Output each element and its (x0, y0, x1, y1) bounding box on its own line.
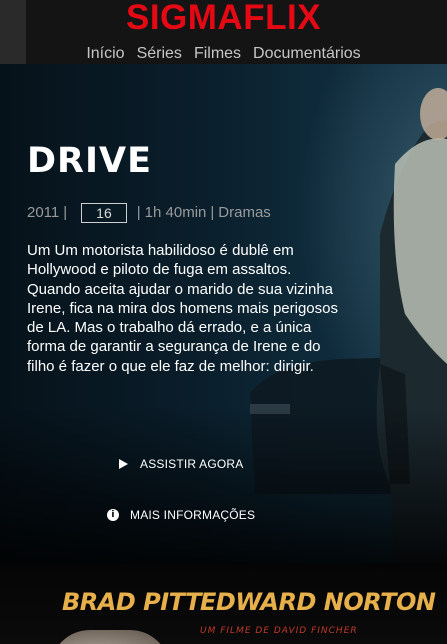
poster-director-line: Um filme de David Fincher (200, 626, 358, 636)
meta-separator: | (63, 204, 68, 221)
meta-separator: | (136, 204, 141, 221)
age-rating-badge: 16 (81, 203, 127, 223)
main-nav: Início Séries Filmes Documentários (0, 44, 447, 64)
movie-year: 2011 (27, 204, 60, 221)
header: SIGMAFLIX Início Séries Filmes Documentá… (0, 0, 447, 64)
hero-fade (0, 404, 447, 564)
nav-item-documentarios[interactable]: Documentários (253, 44, 361, 64)
hero-banner: DRIVE 2011 | 16 | 1h 40min | Dramas Um U… (0, 64, 447, 564)
meta-separator: | (210, 204, 215, 221)
nav-item-series[interactable]: Séries (137, 44, 182, 64)
movie-meta: 2011 | 16 | 1h 40min | Dramas (27, 203, 271, 223)
nav-item-filmes[interactable]: Filmes (194, 44, 241, 64)
watch-now-button[interactable]: ASSISTIR AGORA (119, 457, 244, 471)
watch-now-label: ASSISTIR AGORA (140, 457, 244, 471)
info-icon: i (107, 509, 119, 521)
logo[interactable]: SIGMAFLIX (0, 0, 447, 36)
app-frame: SIGMAFLIX Início Séries Filmes Documentá… (0, 0, 447, 644)
movie-title: DRIVE (27, 141, 153, 181)
play-icon (119, 459, 128, 469)
movie-duration: 1h 40min (144, 204, 207, 221)
poster-actor-2: Edward Norton (200, 588, 436, 616)
poster-actor-1: Brad Pitt (62, 588, 201, 616)
movie-synopsis: Um Um motorista habilidoso é dublê em Ho… (27, 242, 338, 375)
poster-row[interactable]: Brad Pitt Edward Norton Um filme de Davi… (0, 564, 447, 644)
more-info-label: MAIS INFORMAÇÕES (130, 508, 256, 522)
nav-item-inicio[interactable]: Início (86, 44, 124, 64)
more-info-button[interactable]: i MAIS INFORMAÇÕES (107, 508, 255, 522)
poster-image (50, 630, 170, 644)
movie-genre[interactable]: Dramas (218, 203, 271, 223)
